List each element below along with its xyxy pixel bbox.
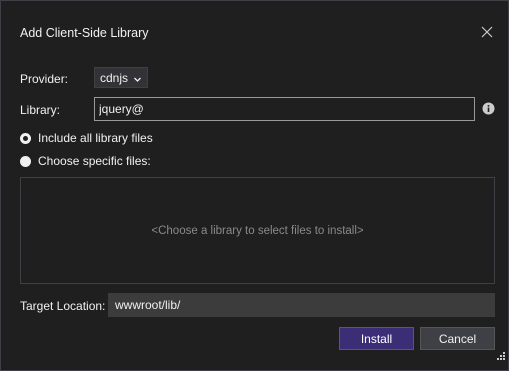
choose-specific-files-option[interactable]: Choose specific files: (20, 154, 151, 168)
provider-label: Provider: (20, 72, 69, 86)
install-button[interactable]: Install (339, 327, 414, 350)
close-icon[interactable] (479, 24, 495, 40)
library-input[interactable] (94, 97, 475, 121)
file-selection-placeholder: <Choose a library to select files to ins… (151, 224, 364, 237)
choose-specific-files-label: Choose specific files: (38, 154, 151, 168)
add-client-side-library-dialog: Add Client-Side Library Provider: cdnjs … (0, 0, 509, 371)
include-all-files-label: Include all library files (38, 131, 153, 145)
target-location-input[interactable] (108, 293, 495, 317)
library-label: Library: (20, 103, 61, 117)
cancel-button[interactable]: Cancel (420, 327, 495, 350)
resize-grip-icon[interactable] (494, 351, 506, 366)
radio-selected-icon[interactable] (20, 132, 31, 144)
include-all-files-option[interactable]: Include all library files (20, 131, 153, 145)
radio-unselected-icon[interactable] (20, 155, 31, 167)
info-icon[interactable] (482, 102, 495, 118)
file-selection-box: <Choose a library to select files to ins… (20, 177, 495, 284)
chevron-down-icon (133, 73, 142, 87)
dialog-title: Add Client-Side Library (20, 26, 149, 40)
target-location-label: Target Location: (20, 299, 106, 313)
provider-selected-value: cdnjs (100, 70, 129, 85)
provider-dropdown[interactable]: cdnjs (94, 67, 148, 88)
